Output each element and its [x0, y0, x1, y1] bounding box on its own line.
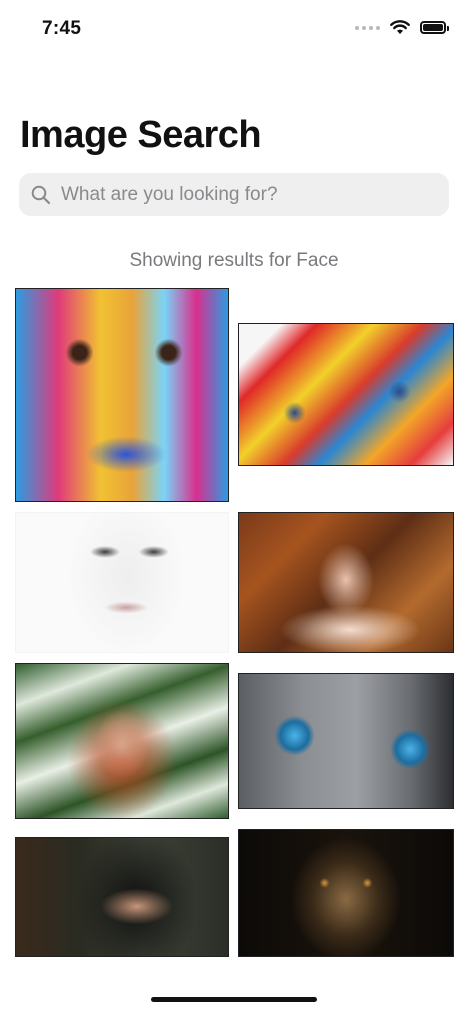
search-input[interactable]: [59, 182, 443, 207]
status-bar: 7:45: [0, 0, 468, 60]
image-bw-portrait[interactable]: [15, 512, 229, 653]
image-woman-with-flowers[interactable]: [15, 663, 229, 819]
status-time: 7:45: [42, 18, 82, 39]
image-woman-in-hijab[interactable]: [15, 837, 229, 957]
search-bar[interactable]: [19, 173, 449, 216]
image-colorful-painted-face[interactable]: [15, 288, 229, 502]
image-lion-face[interactable]: [238, 829, 454, 957]
home-indicator[interactable]: [151, 997, 317, 1002]
signal-dots-icon: [355, 25, 380, 30]
wifi-icon: [390, 20, 410, 34]
page-title: Image Search: [20, 114, 262, 156]
image-blue-eyed-cat[interactable]: [238, 673, 454, 809]
battery-icon: [420, 21, 449, 34]
results-caption: Showing results for Face: [129, 250, 339, 271]
magnifying-glass-icon: [31, 185, 51, 204]
image-painted-hand-face[interactable]: [238, 323, 454, 466]
status-icons: [355, 20, 449, 35]
image-woman-in-leaves[interactable]: [238, 512, 454, 653]
